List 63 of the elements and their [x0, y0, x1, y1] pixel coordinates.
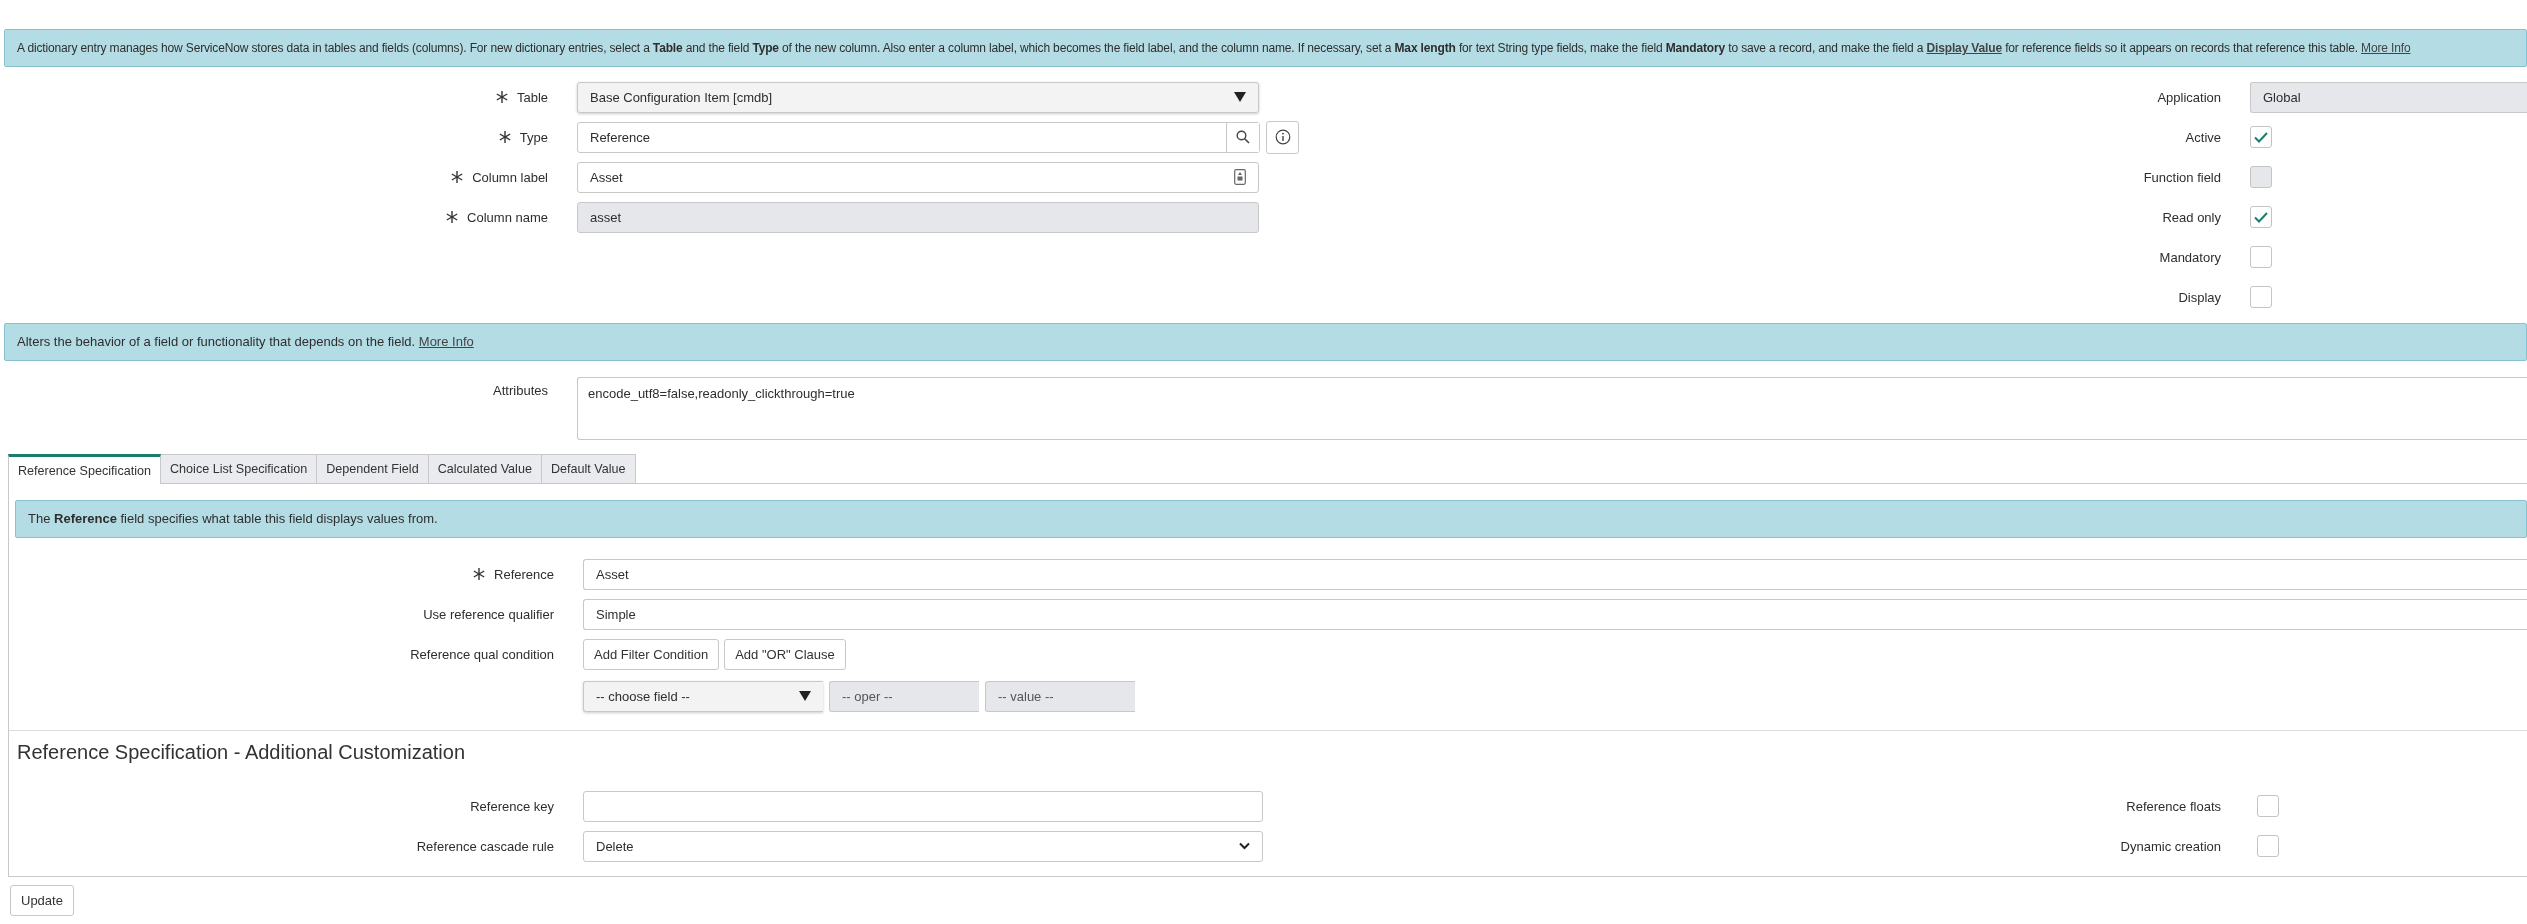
checkbox[interactable]: [2250, 286, 2272, 308]
checkbox[interactable]: [2250, 126, 2272, 148]
display-value-link[interactable]: Display Value: [1926, 40, 2002, 55]
input-field[interactable]: [583, 790, 1263, 822]
check-icon: [2254, 131, 2268, 143]
tab[interactable]: Choice List Specification: [161, 454, 318, 483]
choose-field-select[interactable]: -- choose field --: [583, 680, 823, 712]
field-label: Attributes: [493, 383, 548, 398]
select-value: Base Configuration Item [cmdb]: [590, 89, 773, 105]
field-label: Reference key: [470, 798, 554, 814]
info-icon: [1274, 129, 1291, 145]
section-heading: Reference Specification - Additional Customization: [17, 741, 467, 764]
document-icon: [1234, 169, 1246, 185]
more-info-link[interactable]: More Info: [418, 334, 474, 350]
checkbox[interactable]: [2250, 206, 2272, 228]
chevron-icon: [1239, 842, 1250, 850]
filter-button[interactable]: Add "OR" Clause: [724, 638, 846, 670]
caret-icon: [1234, 92, 1246, 102]
qualifier-field[interactable]: Simple: [583, 598, 2527, 630]
table-select[interactable]: Base Configuration Item [cmdb]: [577, 81, 1259, 113]
field-label: Column name: [467, 209, 548, 225]
operator-field: -- oper --: [829, 680, 979, 712]
checkbox[interactable]: [2250, 246, 2272, 268]
tab[interactable]: Default Value: [541, 454, 636, 483]
input-field[interactable]: Asset: [583, 558, 2527, 590]
banner-text: The Reference field specifies what table this field displays values from.: [28, 510, 438, 528]
field-label: Dynamic creation: [2120, 838, 2221, 854]
search-icon: [1236, 130, 1250, 144]
field-label: Column label: [472, 169, 548, 185]
field-label: Read only: [2162, 209, 2221, 225]
field-label: Display: [2178, 289, 2221, 305]
field-label: Reference qual condition: [410, 646, 554, 662]
value-field: -- value --: [985, 680, 1135, 712]
info-button[interactable]: [1266, 120, 1299, 154]
field-label: Table: [516, 89, 548, 105]
tab[interactable]: Calculated Value: [428, 454, 542, 483]
readonly-field: Global: [2250, 81, 2527, 113]
field-label: Reference cascade rule: [416, 838, 554, 854]
check-icon: [2254, 211, 2268, 223]
tab[interactable]: Reference Specification: [8, 454, 161, 484]
checkbox[interactable]: [2257, 835, 2279, 857]
attributes-textarea[interactable]: encode_utf8=false,readonly_clickthrough=true: [577, 377, 2527, 440]
checkbox[interactable]: [2257, 795, 2279, 817]
tab[interactable]: Dependent Field: [317, 454, 429, 483]
readonly-field: asset: [577, 201, 1259, 233]
banner-text: A dictionary entry manages how ServiceNow stores data in tables and fields (columns). For new dictionary entries, select a Table and the field Type of the new column. Also enter a column label, which becomes the field label, and the column name. If necessary, set a Max length for text String type fields, make the field Mandatory to save a record, and make the field a Display Value for reference fields so it appears on records that reference this table. More Info: [17, 39, 2411, 57]
caret-icon: [799, 691, 811, 701]
cascade-rule-select[interactable]: Delete: [583, 830, 1263, 862]
field-label: Use reference qualifier: [423, 606, 554, 622]
banner-text: Alters the behavior of a field or functionality that depends on the field. More Info: [17, 333, 474, 351]
field-label: Function field: [2143, 169, 2221, 185]
field-label: Type: [519, 129, 548, 145]
column-label-field[interactable]: Asset: [577, 161, 1259, 193]
update-button[interactable]: Update: [10, 885, 74, 916]
type-field[interactable]: Reference: [577, 121, 1260, 153]
search-button[interactable]: [1226, 122, 1259, 152]
more-info-link[interactable]: More Info: [2361, 40, 2411, 55]
field-label: Reference floats: [2126, 798, 2221, 814]
field-label: Reference: [494, 566, 554, 582]
field-label: Mandatory: [2159, 249, 2221, 265]
filter-button[interactable]: Add Filter Condition: [583, 638, 720, 670]
field-label: Active: [2185, 129, 2221, 145]
field-label: Application: [2157, 89, 2221, 105]
